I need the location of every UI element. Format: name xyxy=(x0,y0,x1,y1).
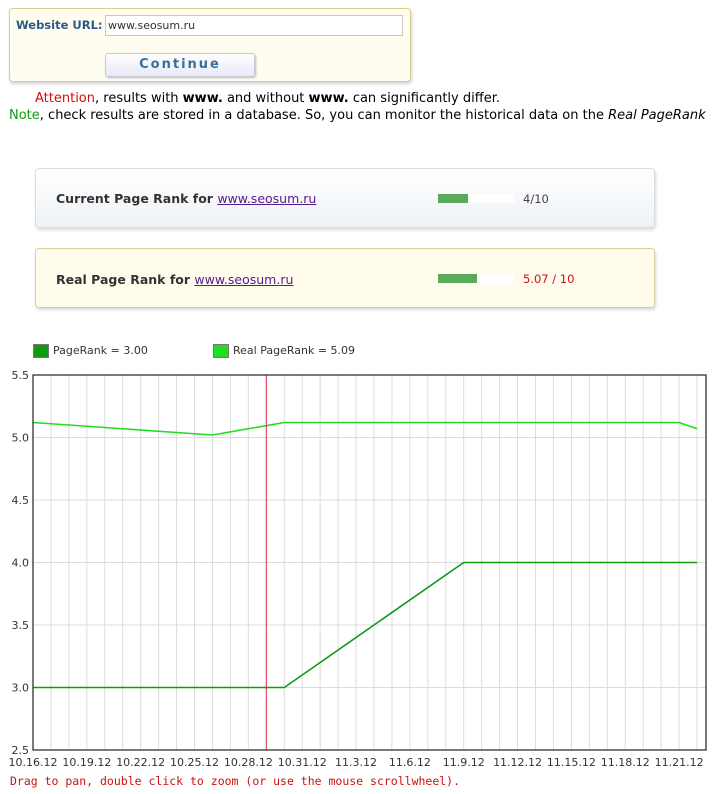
current-rank-value: 4/10 xyxy=(523,192,549,206)
attention-notice: Attention, results with www. and without… xyxy=(35,91,500,106)
x-tick-label: 11.3.12 xyxy=(335,756,377,769)
url-form: Website URL: Continue xyxy=(9,8,411,82)
x-tick-label: 11.15.12 xyxy=(547,756,596,769)
legend-swatch-real-pagerank xyxy=(213,344,229,358)
x-tick-label: 10.16.12 xyxy=(9,756,58,769)
x-tick-label: 11.18.12 xyxy=(601,756,650,769)
current-rank-site-link[interactable]: www.seosum.ru xyxy=(217,191,316,206)
y-tick-label: 5.0 xyxy=(12,432,30,445)
y-tick-label: 4.5 xyxy=(12,494,30,507)
www-bold-1: www. xyxy=(182,91,223,106)
real-rank-bar-fill xyxy=(438,274,477,283)
legend-swatch-pagerank xyxy=(33,344,49,358)
note-italic: Real PageRank xyxy=(608,108,706,123)
attention-word: Attention xyxy=(35,91,95,106)
x-tick-label: 11.9.12 xyxy=(443,756,485,769)
note-notice: Note, check results are stored in a data… xyxy=(9,108,706,123)
website-url-input[interactable] xyxy=(105,15,403,36)
x-tick-label: 11.6.12 xyxy=(389,756,431,769)
x-tick-label: 10.22.12 xyxy=(116,756,165,769)
www-bold-2: www. xyxy=(308,91,349,106)
x-tick-label: 10.31.12 xyxy=(278,756,327,769)
current-page-rank-panel: Current Page Rank for www.seosum.ru 4/10 xyxy=(35,168,655,228)
y-tick-label: 3.0 xyxy=(12,682,30,695)
chart-help-text: Drag to pan, double click to zoom (or us… xyxy=(10,774,461,788)
current-rank-label: Current Page Rank for www.seosum.ru xyxy=(56,191,317,206)
real-rank-site-link[interactable]: www.seosum.ru xyxy=(194,272,293,287)
real-rank-label: Real Page Rank for www.seosum.ru xyxy=(56,272,294,287)
y-tick-label: 4.0 xyxy=(12,557,30,570)
legend-label-pagerank: PageRank = 3.00 xyxy=(53,344,148,357)
y-tick-label: 5.5 xyxy=(12,369,30,382)
website-url-label: Website URL: xyxy=(16,18,103,32)
real-rank-value: 5.07 / 10 xyxy=(523,272,575,286)
x-tick-label: 10.28.12 xyxy=(224,756,273,769)
attention-text-1: , results with xyxy=(95,91,183,106)
y-tick-label: 3.5 xyxy=(12,619,30,632)
real-page-rank-panel: Real Page Rank for www.seosum.ru 5.07 / … xyxy=(35,248,655,308)
attention-text-2: and without xyxy=(222,91,309,106)
x-tick-label: 10.19.12 xyxy=(62,756,111,769)
legend-label-real-pagerank: Real PageRank = 5.09 xyxy=(233,344,356,357)
note-word: Note xyxy=(9,108,40,123)
x-tick-label: 10.25.12 xyxy=(170,756,219,769)
current-rank-bar xyxy=(438,194,514,203)
note-text: , check results are stored in a database… xyxy=(39,108,609,123)
pagerank-history-chart[interactable]: 2.53.03.54.04.55.05.510.16.12 10.19.12 10.… xyxy=(0,360,724,770)
continue-button[interactable]: Continue xyxy=(105,53,255,77)
current-rank-bar-fill xyxy=(438,194,469,203)
real-rank-bar xyxy=(438,274,514,283)
attention-text-3: can significantly differ. xyxy=(348,91,500,106)
x-tick-label: 11.12.12 xyxy=(493,756,542,769)
x-tick-label: 11.21.12 xyxy=(655,756,704,769)
